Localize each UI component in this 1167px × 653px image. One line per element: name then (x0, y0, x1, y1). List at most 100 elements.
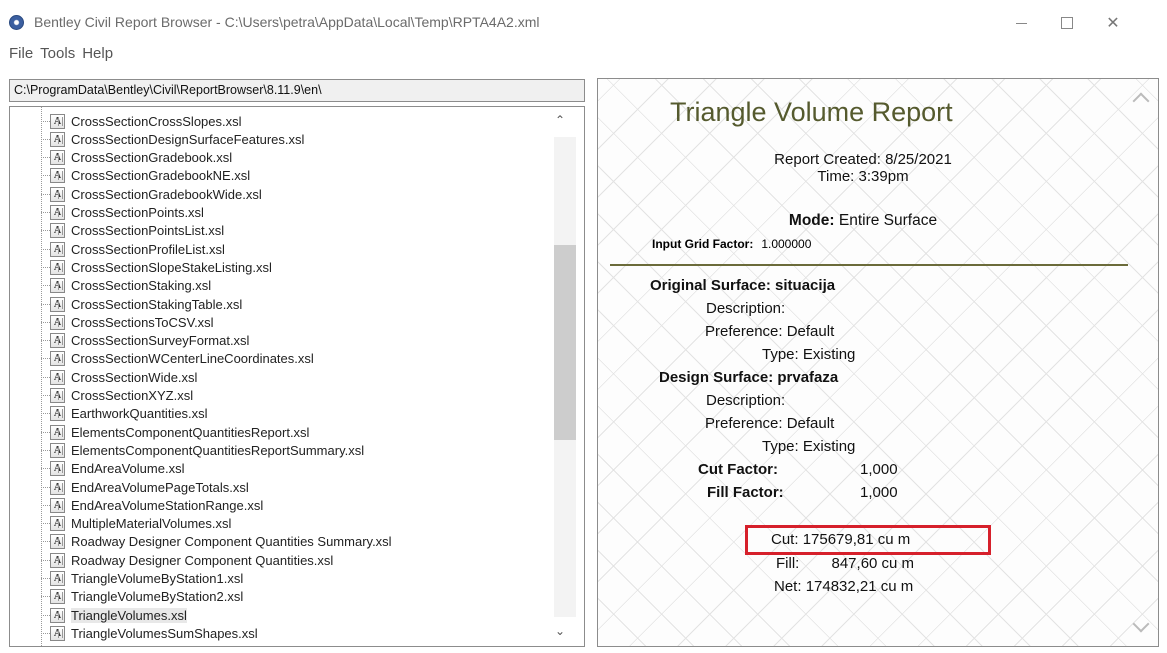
close-button[interactable]: ✕ (1090, 8, 1136, 38)
tree-item[interactable]: A TriangleVolumes.xsl (41, 606, 187, 624)
tree-item-label: TriangleVolumes.xsl (71, 607, 187, 623)
tree-item[interactable]: A CrossSectionStakingTable.xsl (41, 295, 242, 313)
report-view[interactable]: Triangle Volume Report Report Created: 8… (597, 78, 1159, 647)
menu-tools[interactable]: Tools (39, 44, 81, 66)
tree-item-label: CrossSectionDesignSurfaceFeatures.xsl (71, 131, 305, 147)
tree-item-label: CrossSectionPoints.xsl (71, 205, 204, 220)
fill-factor: Fill Factor: (707, 484, 784, 501)
xsl-file-icon: A (50, 552, 65, 568)
mode-value: Entire Surface (838, 212, 938, 229)
cut-highlight-box (745, 525, 991, 555)
menu-help[interactable]: Help (81, 44, 119, 66)
tree-item[interactable]: A CrossSectionXYZ.xsl (41, 387, 193, 405)
original-surface-value: situacija (775, 277, 836, 294)
tree-item[interactable]: A CrossSectionDesignSurfaceFeatures.xsl (41, 130, 304, 148)
tree-item[interactable]: A CrossSectionWide.xsl (41, 368, 197, 386)
original-surface: Original Surface: situacija (650, 277, 835, 294)
tree-item[interactable]: A EarthworkQuantities.xsl (41, 405, 208, 423)
report-scroll-down-icon[interactable] (1132, 615, 1150, 636)
tree-item-label: TriangleVolumeByStation1.xsl (71, 571, 244, 586)
tree-item[interactable]: A TriangleVolumesSumShapes.xsl (41, 624, 258, 642)
tree-item[interactable]: A ElementsComponentQuantitiesReport.xsl (41, 423, 309, 441)
xsl-file-icon: A (50, 113, 65, 129)
tree-item[interactable]: A CrossSectionSlopeStakeListing.xsl (41, 258, 272, 276)
tree-item[interactable]: A CrossSectionsToCSV.xsl (41, 313, 214, 331)
cut-factor: Cut Factor: (698, 461, 778, 478)
tree-item-label: CrossSectionPointsList.xsl (71, 223, 225, 239)
xsl-file-icon: A (50, 223, 65, 239)
title-bar: Bentley Civil Report Browser - C:\Users\… (0, 0, 1167, 40)
tree-item-label: CrossSectionSurveyFormat.xsl (71, 333, 250, 349)
des-preference-label: Preference: (705, 415, 783, 432)
xsl-file-icon: A (50, 607, 65, 623)
xsl-file-icon: A (50, 150, 65, 166)
design-surface-value: prvafaza (777, 369, 839, 386)
report-mode: Mode: Entire Surface (598, 212, 1128, 230)
tree-item-label: ElementsComponentQuantitiesReportSummary… (71, 442, 365, 458)
tree-item[interactable]: A Roadway Designer Component Quantities S… (41, 533, 392, 551)
des-type: Type: Existing (762, 438, 855, 455)
menu-bar: File Tools Help (0, 44, 119, 66)
tree-item[interactable]: A MultipleMaterialVolumes.xsl (41, 515, 231, 533)
tree-item-label: CrossSectionStaking.xsl (71, 278, 212, 294)
tree-item[interactable]: A TriangleVolumeByStation2.xsl (41, 588, 243, 606)
xsl-file-icon: A (50, 479, 65, 495)
tree-item[interactable]: A CrossSectionGradebookNE.xsl (41, 167, 250, 185)
scroll-down-arrow-icon[interactable]: ⌄ (550, 624, 570, 642)
tree-item[interactable]: A EndAreaVolume.xsl (41, 460, 184, 478)
minimize-button[interactable] (998, 8, 1044, 38)
cut-factor-label: Cut Factor: (698, 461, 778, 478)
tree-item[interactable]: A CrossSectionProfileList.xsl (41, 240, 225, 258)
tree-item-label: CrossSectionWCenterLineCoordinates.xsl (71, 351, 314, 367)
menu-file[interactable]: File (0, 44, 39, 66)
tree-item[interactable]: A EndAreaVolumeStationRange.xsl (41, 496, 263, 514)
tree-item[interactable]: A CrossSectionGradebook.xsl (41, 149, 232, 167)
tree-item[interactable]: A EndAreaVolumePageTotals.xsl (41, 478, 249, 496)
folder-path-field[interactable]: C:\ProgramData\Bentley\Civil\ReportBrows… (9, 79, 585, 102)
tree-item-label: TriangleVolumeByStation2.xsl (71, 589, 244, 605)
xsl-file-icon: A (50, 442, 65, 458)
scroll-up-arrow-icon[interactable]: ⌃ (550, 113, 570, 131)
tree-item-label: CrossSectionGradebookNE.xsl (71, 168, 251, 184)
orig-preference: Preference: Default (705, 323, 834, 340)
report-scroll-up-icon[interactable] (1132, 89, 1150, 110)
xsl-file-icon: A (50, 516, 65, 532)
report-time-value: 3:39pm (858, 168, 909, 185)
des-preference: Preference: Default (705, 415, 834, 432)
scrollbar-thumb[interactable] (554, 245, 576, 440)
tree-item-label: CrossSectionGradebookWide.xsl (71, 186, 262, 202)
scrollbar-track[interactable] (554, 137, 576, 617)
des-preference-value: Default (786, 415, 835, 432)
report-created-label: Report Created: (774, 151, 881, 168)
maximize-button[interactable] (1044, 8, 1090, 38)
tree-item[interactable]: A CrossSectionCrossSlopes.xsl (41, 112, 242, 130)
tree-item-label: EndAreaVolumePageTotals.xsl (71, 479, 249, 495)
tree-item[interactable]: A CrossSectionStaking.xsl (41, 277, 211, 295)
xsl-file-icon: A (50, 186, 65, 202)
tree-item-label: CrossSectionCrossSlopes.xsl (71, 113, 242, 129)
tree-item[interactable]: A CrossSectionWCenterLineCoordinates.xsl (41, 350, 314, 368)
tree-item[interactable]: A CrossSectionPoints.xsl (41, 204, 204, 222)
xsl-file-icon: A (50, 589, 65, 605)
report-time: Time: 3:39pm (598, 168, 1128, 185)
xsl-file-icon: A (50, 534, 65, 550)
tree-item[interactable]: A CrossSectionGradebookWide.xsl (41, 185, 262, 203)
xsl-file-icon: A (50, 333, 65, 349)
tree-item[interactable]: A CrossSectionSurveyFormat.xsl (41, 332, 249, 350)
tree-scrollbar[interactable]: ⌃ ⌄ (536, 107, 584, 646)
tree-item[interactable]: A CrossSectionPointsList.xsl (41, 222, 224, 240)
net-value: 174832,21 cu m (805, 578, 914, 595)
tree-item[interactable]: A ElementsComponentQuantitiesReportSummar… (41, 441, 364, 459)
fill-value: 847,60 cu m (831, 555, 915, 572)
report-created-value: 8/25/2021 (885, 151, 952, 168)
orig-description-label: Description: (706, 300, 786, 317)
cut-factor-value: 1,000 (860, 461, 898, 478)
orig-type-value: Existing (802, 346, 856, 363)
tree-item[interactable]: A TriangleVolumeByStation1.xsl (41, 570, 243, 588)
tree-item[interactable]: A Roadway Designer Component Quantities.x… (41, 551, 333, 569)
design-surface-label: Design Surface: (659, 369, 774, 386)
report-file-tree[interactable]: A CrossSectionCrossSlopes.xsl A CrossSectio… (9, 106, 585, 647)
xsl-file-icon: A (50, 571, 65, 586)
des-type-value: Existing (802, 438, 856, 455)
orig-preference-value: Default (786, 323, 835, 340)
